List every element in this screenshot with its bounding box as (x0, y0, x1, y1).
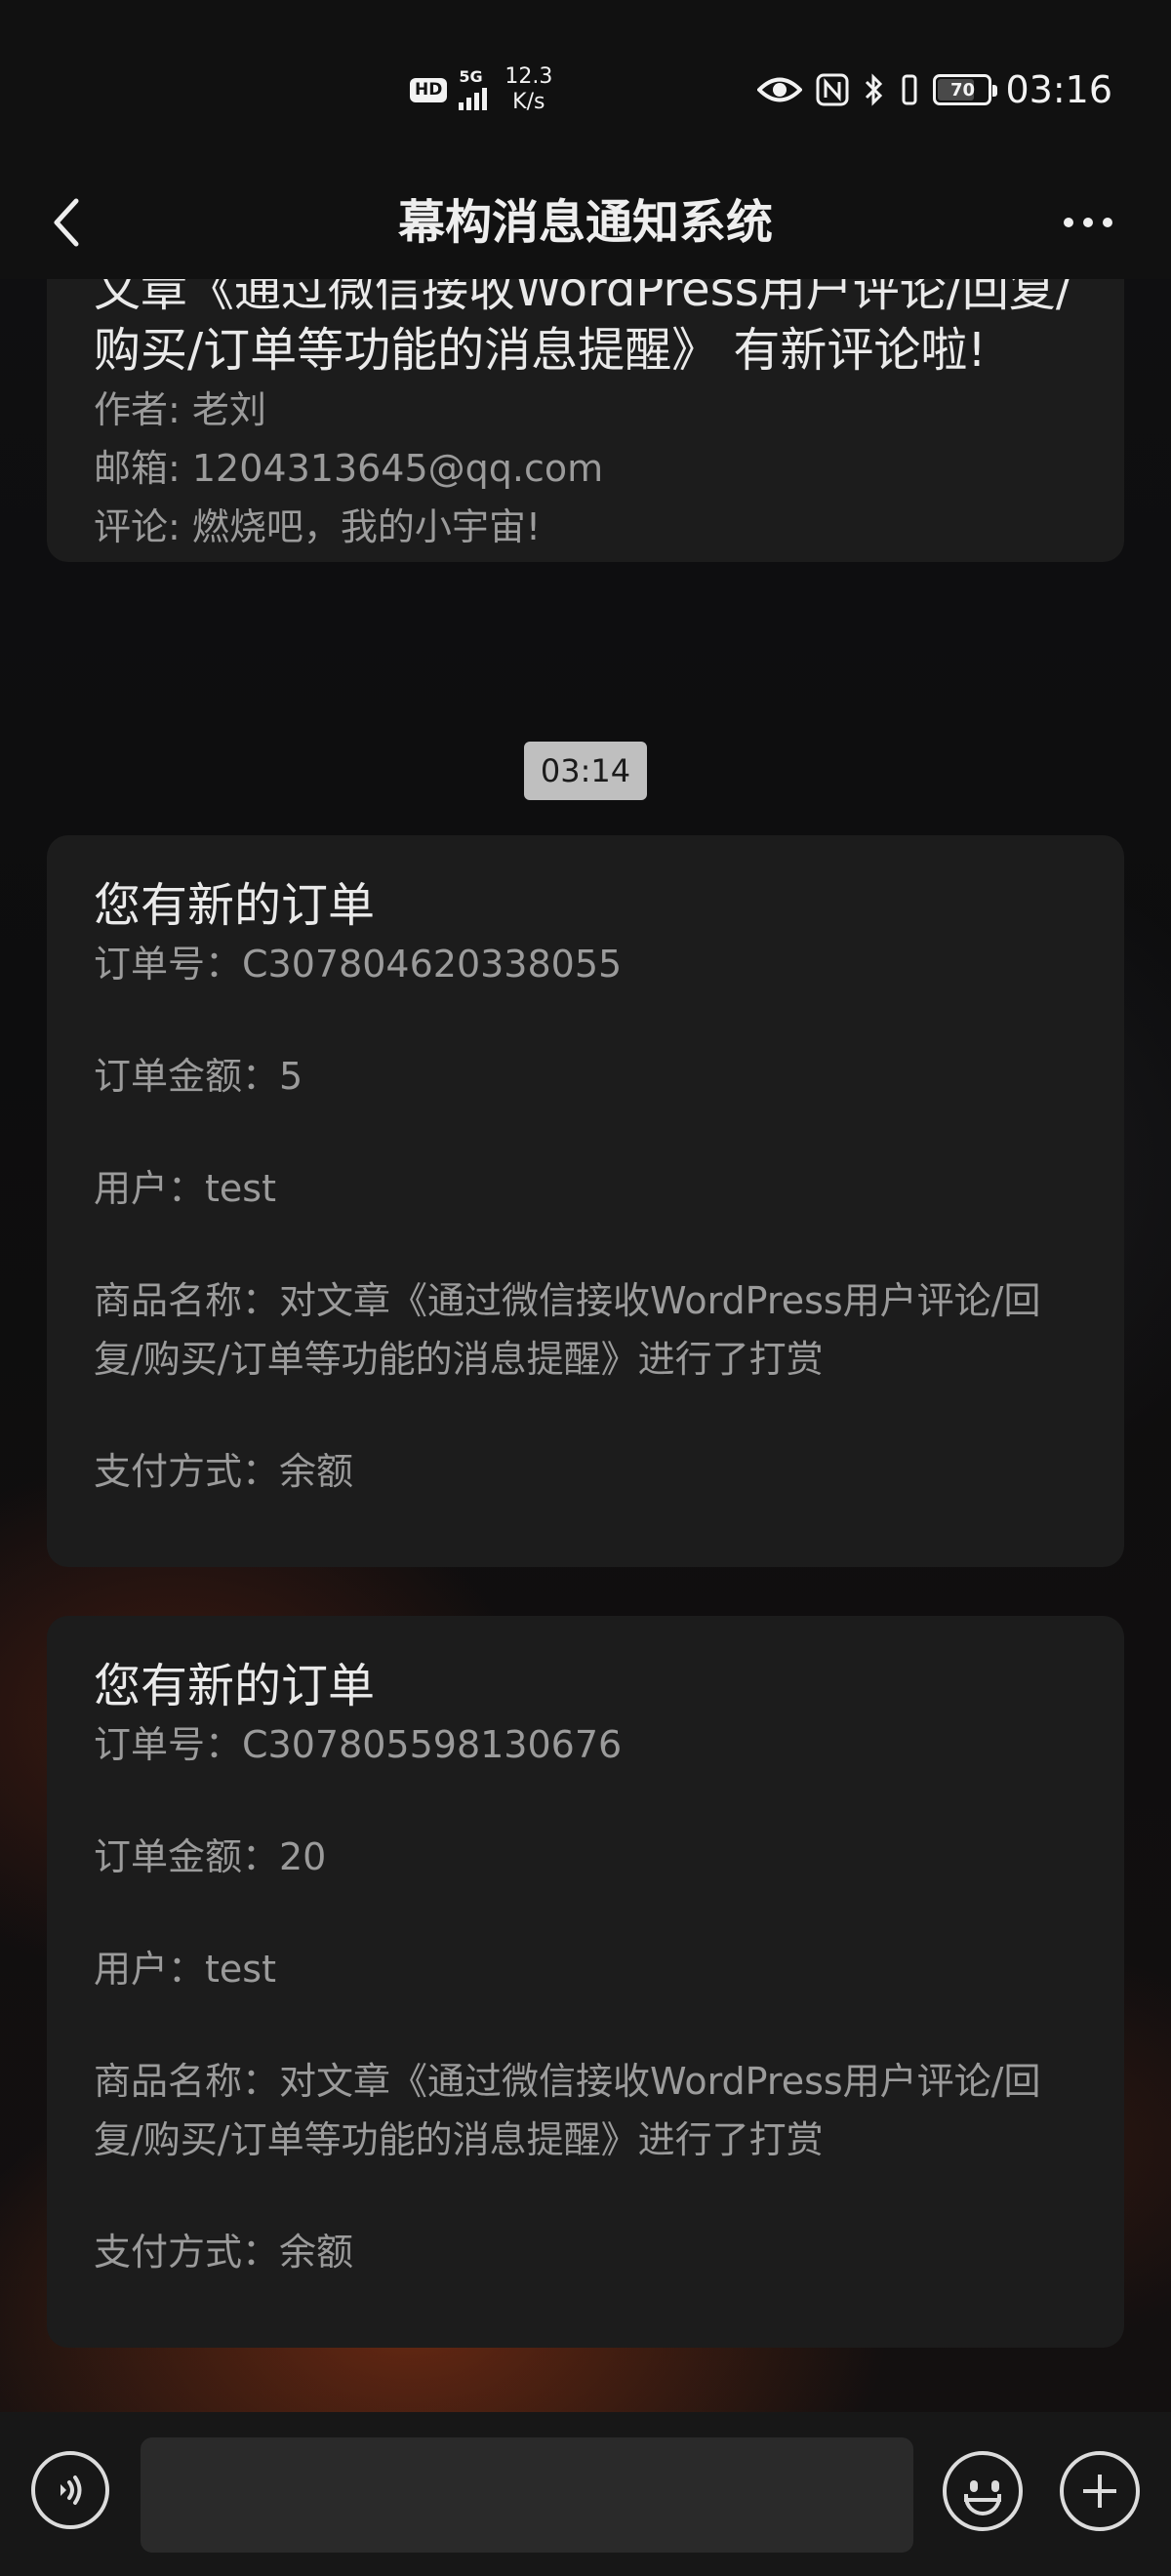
order-title: 您有新的订单 (94, 1659, 376, 1713)
order-title: 您有新的订单 (94, 878, 376, 933)
nfc-icon (816, 73, 849, 106)
comment-email: 邮箱: 1204313645@qq.com (94, 447, 604, 490)
comment-text: 评论: 燃烧吧，我的小宇宙! (94, 505, 542, 548)
voice-icon (61, 2475, 82, 2505)
order-message-card[interactable]: 您有新的订单 订单号：C307805598130676 订单金额：20 用户：t… (47, 1616, 1124, 2348)
message-input[interactable] (141, 2437, 913, 2553)
comment-author: 作者: 老刘 (94, 388, 266, 431)
message-timestamp: 03:14 (524, 742, 647, 800)
order-amount: 订单金额：5 (94, 1055, 303, 1098)
page-title: 幕构消息通知系统 (397, 195, 773, 250)
network-type: 5G (459, 67, 483, 86)
order-number: 订单号：C307805598130676 (94, 1723, 623, 1766)
order-number: 订单号：C307804620338055 (94, 943, 623, 986)
network-speed: 12.3 K/s (505, 64, 553, 114)
status-bar: HD 5G 12.3 K/s 70 03:16 (0, 0, 1171, 166)
vibrate-icon (902, 74, 917, 105)
more-button[interactable] (1054, 195, 1122, 250)
nav-bar: 幕构消息通知系统 (0, 166, 1171, 279)
comment-message-card[interactable]: 文章《通过微信接收WordPress用户评论/回复/购买/订单等功能的消息提醒》… (47, 279, 1124, 562)
status-center: HD 5G 12.3 K/s (410, 60, 552, 119)
back-button[interactable] (39, 195, 94, 250)
order-user: 用户：test (94, 1167, 276, 1210)
order-payment: 支付方式：余额 (94, 2231, 354, 2274)
input-bar (0, 2412, 1171, 2576)
chevron-left-icon (54, 198, 79, 247)
order-payment: 支付方式：余额 (94, 1450, 354, 1493)
clock: 03:16 (1005, 68, 1112, 111)
emoji-icon (970, 2480, 978, 2492)
signal-icon: 5G (459, 67, 488, 110)
emoji-button[interactable] (943, 2451, 1023, 2531)
order-user: 用户：test (94, 1948, 276, 1991)
voice-button[interactable] (31, 2451, 109, 2529)
eye-icon (757, 77, 803, 102)
status-right: 70 03:16 (757, 60, 1112, 119)
comment-title: 文章《通过微信接收WordPress用户评论/回复/购买/订单等功能的消息提醒》… (94, 279, 1072, 378)
order-product: 商品名称：对文章《通过微信接收WordPress用户评论/回复/购买/订单等功能… (94, 2060, 1041, 2161)
hd-badge: HD (410, 77, 448, 102)
bluetooth-icon (866, 73, 883, 106)
message-list[interactable]: 文章《通过微信接收WordPress用户评论/回复/购买/订单等功能的消息提醒》… (0, 279, 1171, 2412)
order-message-card[interactable]: 您有新的订单 订单号：C307804620338055 订单金额：5 用户：te… (47, 835, 1124, 1567)
order-product: 商品名称：对文章《通过微信接收WordPress用户评论/回复/购买/订单等功能… (94, 1279, 1041, 1381)
more-dots-icon (1064, 218, 1073, 227)
plus-button[interactable] (1060, 2451, 1140, 2531)
order-amount: 订单金额：20 (94, 1835, 327, 1878)
battery-icon: 70 (933, 74, 998, 105)
